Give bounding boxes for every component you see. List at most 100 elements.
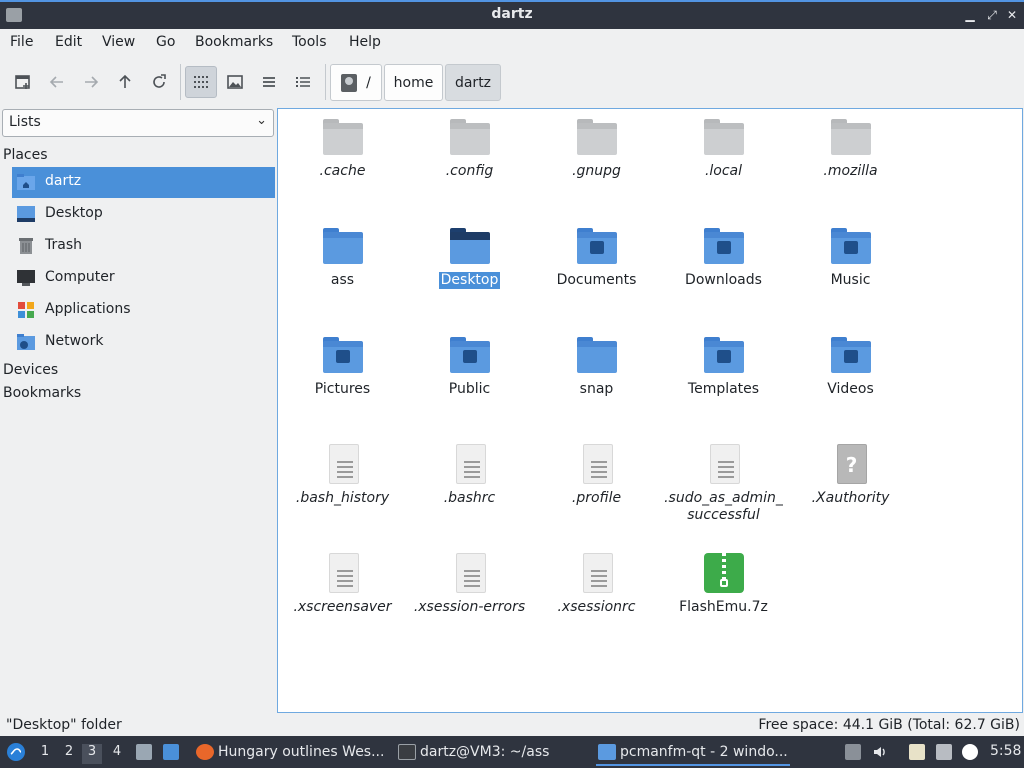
place-dartz[interactable]: dartz [12, 167, 275, 198]
place-trash[interactable]: Trash [12, 231, 275, 262]
file-item-music[interactable]: Music [787, 226, 914, 289]
file-item-public[interactable]: Public [406, 335, 533, 398]
text-file-icon [576, 444, 618, 484]
file-item-ass[interactable]: ass [279, 226, 406, 289]
section-bookmarks[interactable]: Bookmarks [3, 385, 81, 401]
terminal-icon [398, 744, 416, 760]
workspace-1[interactable]: 1 [35, 744, 55, 764]
task-terminal[interactable]: dartz@VM3: ~/ass [396, 738, 586, 766]
file-name: Music [830, 272, 871, 288]
eject-icon[interactable] [845, 744, 861, 760]
reload-button[interactable] [143, 66, 175, 98]
menu-view[interactable]: View [102, 34, 135, 50]
menu-bookmarks[interactable]: Bookmarks [195, 34, 273, 50]
side-panel-mode-value: Lists [9, 114, 41, 130]
folder-icon [322, 117, 364, 157]
file-item-dot-local[interactable]: .local [660, 117, 787, 180]
menu-tools[interactable]: Tools [292, 34, 327, 50]
desktop-launcher-icon[interactable] [163, 744, 179, 760]
firefox-icon [196, 744, 214, 760]
arrow-up-icon [119, 74, 131, 88]
path-home-button[interactable]: home [384, 64, 443, 101]
folder-icon [576, 335, 618, 375]
detailed-view-button[interactable] [287, 66, 319, 98]
menu-file[interactable]: File [10, 34, 33, 50]
file-item-dot-xsessionrc[interactable]: .xsessionrc [533, 553, 660, 616]
folder-icon [830, 117, 872, 157]
start-menu-icon[interactable] [6, 742, 26, 762]
workspace-2[interactable]: 2 [59, 744, 79, 764]
file-item-downloads[interactable]: Downloads [660, 226, 787, 289]
task-pcmanfm[interactable]: pcmanfm-qt - 2 windo... [596, 738, 790, 766]
volume-icon[interactable] [872, 744, 888, 760]
path-root-button[interactable]: / [330, 64, 382, 101]
file-item-snap[interactable]: snap [533, 335, 660, 398]
file-name: Videos [827, 381, 874, 397]
toolbar-separator [325, 64, 326, 100]
file-item-dot-config[interactable]: .config [406, 117, 533, 180]
minimize-button[interactable]: ▁ [962, 6, 978, 24]
close-button[interactable]: ✕ [1004, 6, 1020, 24]
clock[interactable]: 5:58 [990, 743, 1021, 759]
menu-edit[interactable]: Edit [55, 34, 82, 50]
file-item-videos[interactable]: Videos [787, 335, 914, 398]
task-firefox[interactable]: Hungary outlines Wes... [194, 738, 386, 766]
file-item-desktop[interactable]: Desktop [406, 226, 533, 289]
file-item-dot-mozilla[interactable]: .mozilla [787, 117, 914, 180]
file-item-flashemu-7z[interactable]: FlashEmu.7z [660, 553, 787, 616]
file-view[interactable]: .cache .config .gnupg .local .mozilla ass Desk… [277, 108, 1023, 713]
clipboard-icon[interactable] [909, 744, 925, 760]
menu-help[interactable]: Help [349, 34, 381, 50]
path-dartz-button[interactable]: dartz [445, 64, 501, 101]
text-file-icon [449, 444, 491, 484]
file-item-dot-bashrc[interactable]: .bashrc [406, 444, 533, 507]
file-item-dot-xscreensaver[interactable]: .xscreensaver [279, 553, 406, 616]
file-item-templates[interactable]: Templates [660, 335, 787, 398]
place-computer[interactable]: Computer [12, 263, 275, 294]
text-file-icon [322, 553, 364, 593]
file-item-dot-xauthority[interactable]: ? .Xauthority [787, 444, 914, 507]
network-status-icon[interactable] [936, 744, 952, 760]
arrow-left-icon [49, 76, 63, 88]
file-name: .config [445, 163, 494, 179]
thumbnail-view-button[interactable] [219, 66, 251, 98]
section-places[interactable]: Places [3, 147, 48, 163]
new-tab-button[interactable] [7, 66, 39, 98]
menu-go[interactable]: Go [156, 34, 175, 50]
folder-icon [598, 744, 616, 760]
back-button[interactable] [41, 66, 73, 98]
workspace-3[interactable]: 3 [82, 744, 102, 764]
place-applications[interactable]: Applications [12, 295, 275, 326]
maximize-button[interactable]: ⤢ [984, 6, 1000, 24]
place-desktop[interactable]: Desktop [12, 199, 275, 230]
up-button[interactable] [109, 66, 141, 98]
reload-icon [153, 74, 166, 88]
file-manager-launcher-icon[interactable] [136, 744, 152, 760]
workspace-4[interactable]: 4 [107, 744, 127, 764]
window-title: dartz [491, 6, 533, 22]
file-name: .xsessionrc [557, 599, 636, 615]
title-bar: dartz ▁ ⤢ ✕ [0, 0, 1024, 29]
computer-icon [17, 270, 35, 286]
file-item-pictures[interactable]: Pictures [279, 335, 406, 398]
compact-view-button[interactable] [253, 66, 285, 98]
file-item-dot-bash-history[interactable]: .bash_history [279, 444, 406, 507]
file-item-dot-cache[interactable]: .cache [279, 117, 406, 180]
file-item-documents[interactable]: Documents [533, 226, 660, 289]
forward-button[interactable] [75, 66, 107, 98]
section-devices[interactable]: Devices [3, 362, 58, 378]
file-item-dot-sudo-as-admin-successful[interactable]: .sudo_as_admin_ successful [660, 444, 787, 524]
file-item-dot-gnupg[interactable]: .gnupg [533, 117, 660, 180]
file-item-dot-profile[interactable]: .profile [533, 444, 660, 507]
arrow-right-icon [85, 76, 99, 88]
info-icon[interactable] [962, 744, 978, 760]
status-bar: "Desktop" folder Free space: 44.1 GiB (T… [0, 714, 1024, 736]
file-name: .sudo_as_admin_ successful [664, 490, 783, 523]
drive-icon [341, 73, 358, 92]
place-network[interactable]: Network [12, 327, 275, 358]
icon-view-button[interactable] [185, 66, 217, 98]
toolbar-separator [180, 64, 181, 100]
chevron-down-icon: ⌄ [256, 113, 267, 128]
file-item-dot-xsession-errors[interactable]: .xsession-errors [406, 553, 533, 616]
side-panel-mode-select[interactable]: Lists ⌄ [2, 109, 274, 137]
